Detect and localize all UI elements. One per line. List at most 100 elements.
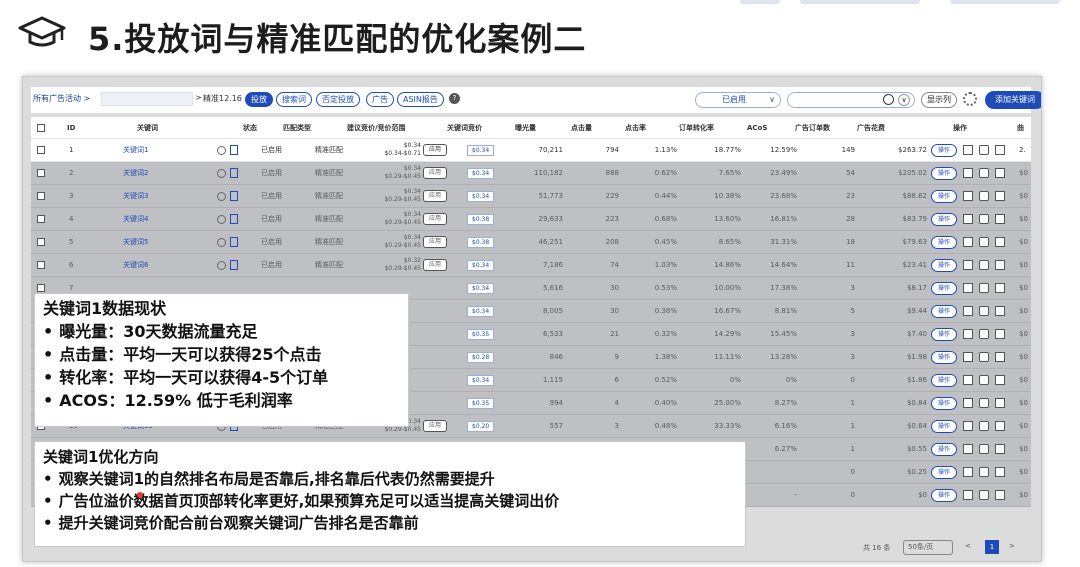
chart-icon[interactable] (963, 375, 974, 385)
clock-icon[interactable] (217, 145, 226, 155)
chart-icon[interactable] (963, 283, 974, 293)
edit-icon[interactable] (979, 329, 990, 339)
col-impressions[interactable]: 曝光量 (515, 117, 536, 138)
row-checkbox[interactable] (37, 169, 45, 177)
page-number-1[interactable]: 1 (985, 540, 999, 554)
row-action-dropdown[interactable]: 操作 (931, 465, 958, 479)
document-icon[interactable] (230, 214, 238, 224)
rank-icon[interactable] (995, 490, 1006, 500)
edit-icon[interactable] (979, 352, 990, 362)
chart-icon[interactable] (963, 260, 974, 270)
row-action-dropdown[interactable]: 操作 (931, 396, 958, 410)
apply-bid-button[interactable]: 应用 (423, 144, 447, 156)
breadcrumb-root[interactable]: 所有广告活动 > (33, 93, 90, 104)
keyword-bid-input[interactable]: $0.34 (467, 190, 495, 202)
edit-icon[interactable] (979, 283, 990, 293)
col-cvr[interactable]: 订单转化率 (679, 117, 714, 138)
apply-bid-button[interactable]: 应用 (423, 259, 447, 271)
chart-icon[interactable] (963, 467, 974, 477)
apply-bid-button[interactable]: 应用 (423, 167, 447, 179)
col-match-type[interactable]: 匹配类型 (283, 117, 311, 138)
keyword-bid-input[interactable]: $0.38 (467, 213, 495, 225)
keyword-bid-input[interactable]: $0.34 (467, 374, 495, 386)
row-checkbox[interactable] (37, 261, 45, 269)
rank-icon[interactable] (995, 398, 1006, 408)
chart-icon[interactable] (963, 398, 974, 408)
col-spend[interactable]: 广告花费 (857, 117, 885, 138)
row-keyword[interactable]: 关键词1 (123, 139, 148, 161)
apply-bid-button[interactable]: 应用 (423, 213, 447, 225)
chart-icon[interactable] (963, 145, 974, 155)
edit-icon[interactable] (979, 214, 990, 224)
rank-icon[interactable] (995, 421, 1006, 431)
document-icon[interactable] (230, 168, 238, 178)
edit-icon[interactable] (979, 490, 990, 500)
col-orders[interactable]: 广告订单数 (795, 117, 830, 138)
apply-bid-button[interactable]: 应用 (423, 420, 447, 432)
row-action-dropdown[interactable]: 操作 (931, 304, 958, 318)
apply-bid-button[interactable]: 应用 (423, 236, 447, 248)
col-ctr[interactable]: 点击率 (625, 117, 646, 138)
select-all-checkbox[interactable] (37, 123, 45, 132)
edit-icon[interactable] (979, 306, 990, 316)
tab-ads[interactable]: 广告 (366, 92, 394, 107)
edit-icon[interactable] (979, 260, 990, 270)
clock-icon[interactable] (217, 260, 226, 270)
col-acos[interactable]: ACoS (747, 117, 767, 138)
keyword-bid-input[interactable]: $0.34 (467, 305, 495, 317)
edit-icon[interactable] (979, 168, 990, 178)
document-icon[interactable] (230, 191, 238, 201)
rank-icon[interactable] (995, 237, 1006, 247)
row-action-dropdown[interactable]: 操作 (931, 350, 958, 364)
keyword-bid-input[interactable]: $0.34 (467, 259, 495, 271)
col-suggested-bid[interactable]: 建议竞价/竞价范围 (347, 117, 406, 138)
rank-icon[interactable] (995, 306, 1006, 316)
row-action-dropdown[interactable]: 操作 (931, 419, 958, 433)
rank-icon[interactable] (995, 467, 1006, 477)
row-action-dropdown[interactable]: 操作 (931, 235, 958, 249)
tab-targeting[interactable]: 投放 (245, 92, 273, 107)
keyword-bid-input[interactable]: $0.35 (467, 397, 495, 409)
row-checkbox[interactable] (37, 238, 45, 246)
document-icon[interactable] (230, 237, 238, 247)
document-icon[interactable] (230, 145, 238, 155)
row-action-dropdown[interactable]: 操作 (931, 143, 958, 157)
search-input[interactable]: ∨ (787, 92, 915, 108)
add-keyword-button[interactable]: 添加关键词 (985, 91, 1041, 109)
tab-negative[interactable]: 否定投放 (316, 92, 360, 107)
row-action-dropdown[interactable]: 操作 (931, 488, 958, 502)
row-action-dropdown[interactable]: 操作 (931, 258, 958, 272)
apply-bid-button[interactable]: 应用 (423, 190, 447, 202)
row-action-dropdown[interactable]: 操作 (931, 166, 958, 180)
rank-icon[interactable] (995, 283, 1006, 293)
next-page-button[interactable]: > (1009, 542, 1015, 550)
tab-search-terms[interactable]: 搜索词 (276, 92, 312, 107)
row-action-dropdown[interactable]: 操作 (931, 442, 958, 456)
keyword-bid-input[interactable]: $0.34 (467, 144, 495, 156)
rank-icon[interactable] (995, 214, 1006, 224)
edit-icon[interactable] (979, 444, 990, 454)
chart-icon[interactable] (963, 444, 974, 454)
edit-icon[interactable] (979, 237, 990, 247)
keyword-bid-input[interactable]: $0.34 (467, 282, 495, 294)
row-checkbox[interactable] (37, 284, 45, 292)
clock-icon[interactable] (217, 237, 226, 247)
edit-icon[interactable] (979, 467, 990, 477)
row-checkbox[interactable] (37, 215, 45, 223)
row-checkbox[interactable] (37, 146, 45, 154)
clock-icon[interactable] (217, 191, 226, 201)
chart-icon[interactable] (963, 329, 974, 339)
rank-icon[interactable] (995, 191, 1006, 201)
keyword-bid-input[interactable]: $0.34 (467, 167, 495, 179)
row-action-dropdown[interactable]: 操作 (931, 327, 958, 341)
keyword-bid-input[interactable]: $0.28 (467, 351, 495, 363)
edit-icon[interactable] (979, 421, 990, 431)
chart-icon[interactable] (963, 168, 974, 178)
status-select[interactable]: 已启用 ∨ (695, 92, 781, 108)
rank-icon[interactable] (995, 260, 1006, 270)
row-keyword[interactable]: 关键词5 (123, 231, 148, 253)
row-keyword[interactable]: 关键词2 (123, 162, 148, 184)
help-icon[interactable]: ? (449, 93, 460, 104)
clock-icon[interactable] (217, 214, 226, 224)
rank-icon[interactable] (995, 352, 1006, 362)
